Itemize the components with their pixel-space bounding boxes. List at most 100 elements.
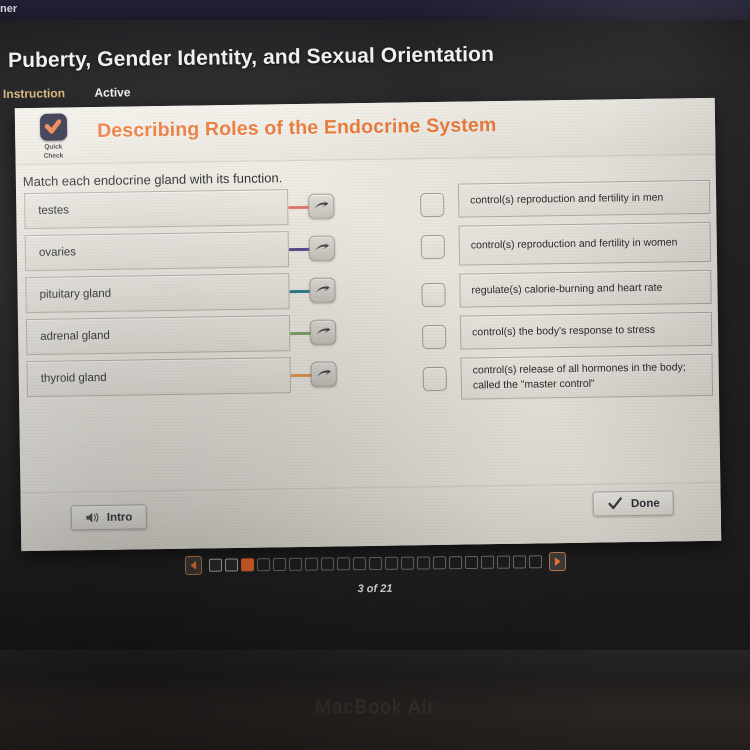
arrow-right-icon bbox=[314, 199, 329, 209]
pager-dot[interactable] bbox=[464, 555, 478, 570]
browser-top-strip: ner bbox=[0, 0, 750, 22]
checkmark-icon bbox=[608, 497, 623, 510]
function-text: control(s) reproduction and fertility in… bbox=[470, 191, 664, 207]
function-text: control(s) reproduction and fertility in… bbox=[470, 235, 678, 252]
gland-row: ovaries bbox=[24, 231, 336, 272]
connector-line bbox=[290, 331, 313, 336]
screenshot-stage: ner Puberty, Gender Identity, and Sexual… bbox=[0, 0, 750, 750]
done-button[interactable]: Done bbox=[592, 490, 674, 517]
drop-target[interactable] bbox=[422, 366, 447, 392]
function-list: control(s) reproduction and fertility in… bbox=[420, 179, 714, 408]
arrow-right-icon bbox=[315, 241, 330, 251]
drag-arrow-button[interactable] bbox=[308, 193, 335, 219]
pager-next-button[interactable] bbox=[548, 552, 566, 572]
drag-arrow-button[interactable] bbox=[310, 361, 337, 387]
pager-dot[interactable] bbox=[240, 558, 254, 572]
drop-target[interactable] bbox=[420, 234, 446, 260]
quick-check-line1: Quick bbox=[44, 143, 63, 151]
pager-dot[interactable] bbox=[528, 555, 542, 569]
function-row: control(s) the body's response to stress bbox=[422, 311, 713, 350]
function-box[interactable]: control(s) the body's response to stress bbox=[459, 311, 713, 350]
drag-arrow-button[interactable] bbox=[308, 235, 336, 261]
lesson-card: Quick Check Describing Roles of the Endo… bbox=[14, 97, 722, 552]
tab-instruction[interactable]: Instruction bbox=[3, 86, 65, 101]
pager-dot[interactable] bbox=[320, 557, 334, 571]
pager-dots bbox=[208, 555, 542, 572]
pager-dot[interactable] bbox=[224, 558, 238, 572]
triangle-left-icon bbox=[189, 561, 196, 570]
connector-line bbox=[288, 247, 311, 252]
gland-label: adrenal gland bbox=[40, 329, 110, 343]
gland-label: testes bbox=[38, 204, 70, 217]
drop-target[interactable] bbox=[421, 282, 446, 308]
pager-dot[interactable] bbox=[304, 557, 318, 571]
function-box[interactable]: control(s) reproduction and fertility in… bbox=[458, 221, 712, 266]
pager-dot[interactable] bbox=[256, 558, 270, 572]
arrow-right-icon bbox=[315, 283, 330, 293]
gland-box[interactable]: ovaries bbox=[24, 231, 290, 272]
function-row: control(s) release of all hormones in th… bbox=[422, 353, 714, 400]
triangle-right-icon bbox=[554, 557, 561, 566]
gland-box[interactable]: pituitary gland bbox=[25, 273, 290, 314]
function-text: regulate(s) calorie-burning and heart ra… bbox=[471, 281, 663, 297]
gland-box[interactable]: testes bbox=[24, 189, 289, 230]
pager-dot[interactable] bbox=[272, 557, 286, 572]
instruction-prompt: Match each endocrine gland with its func… bbox=[22, 170, 283, 190]
gland-row: pituitary gland bbox=[25, 273, 336, 314]
gland-row: testes bbox=[24, 189, 335, 230]
function-row: control(s) reproduction and fertility in… bbox=[420, 221, 712, 266]
gland-box[interactable]: adrenal gland bbox=[25, 315, 291, 356]
pager-dot[interactable] bbox=[368, 556, 382, 571]
gland-row: thyroid gland bbox=[26, 357, 337, 398]
pager-dot[interactable] bbox=[416, 556, 430, 570]
check-icon bbox=[44, 118, 62, 134]
gland-box[interactable]: thyroid gland bbox=[26, 357, 292, 398]
tab-active[interactable]: Active bbox=[94, 85, 130, 99]
pager-dot[interactable] bbox=[384, 556, 398, 570]
top-strip-partial-text: ner bbox=[0, 3, 18, 15]
gland-label: pituitary gland bbox=[39, 287, 112, 301]
gland-row: adrenal gland bbox=[25, 315, 337, 356]
function-text: control(s) the body's response to stress bbox=[472, 323, 656, 339]
pager-dot[interactable] bbox=[288, 557, 302, 571]
pager-dot[interactable] bbox=[496, 555, 510, 569]
pager-dot[interactable] bbox=[480, 555, 494, 569]
speaker-icon bbox=[86, 512, 99, 523]
drop-target[interactable] bbox=[422, 324, 447, 350]
done-button-label: Done bbox=[630, 497, 660, 510]
gland-label: ovaries bbox=[38, 246, 77, 259]
drag-arrow-button[interactable] bbox=[309, 319, 337, 345]
drop-target[interactable] bbox=[420, 192, 445, 218]
function-row: regulate(s) calorie-burning and heart ra… bbox=[421, 269, 712, 308]
card-title: Describing Roles of the Endocrine System bbox=[96, 114, 497, 142]
intro-button-label: Intro bbox=[106, 511, 133, 524]
function-box[interactable]: regulate(s) calorie-burning and heart ra… bbox=[459, 269, 712, 308]
arrow-right-icon bbox=[316, 325, 331, 335]
function-box[interactable]: control(s) reproduction and fertility in… bbox=[457, 179, 711, 218]
card-header: Quick Check Describing Roles of the Endo… bbox=[14, 97, 716, 166]
gland-list: testes ovaries pituitary gland adrenal g… bbox=[24, 189, 337, 403]
intro-button[interactable]: Intro bbox=[70, 504, 147, 531]
pager-dot[interactable] bbox=[400, 556, 414, 570]
gland-label: thyroid gland bbox=[40, 371, 107, 385]
quick-check-square bbox=[39, 113, 67, 141]
pager-dot[interactable] bbox=[432, 556, 446, 570]
drag-arrow-button[interactable] bbox=[309, 277, 336, 303]
quick-check-label: Quick Check bbox=[36, 142, 70, 161]
card-footer: Intro Done bbox=[20, 481, 722, 552]
pager-dot[interactable] bbox=[448, 556, 462, 570]
pager-dot[interactable] bbox=[208, 558, 222, 572]
pager-dot[interactable] bbox=[336, 557, 350, 571]
pager-dot[interactable] bbox=[512, 555, 526, 569]
connector-line bbox=[288, 205, 311, 210]
device-label: MacBook Air bbox=[315, 697, 435, 718]
function-row: control(s) reproduction and fertility in… bbox=[420, 179, 711, 218]
pager-prev-button[interactable] bbox=[184, 555, 202, 575]
quick-check-line2: Check bbox=[43, 152, 64, 161]
tab-bar: Instruction Active bbox=[3, 83, 156, 103]
arrow-right-icon bbox=[317, 367, 332, 377]
connector-line bbox=[289, 289, 312, 294]
quick-check-badge: Quick Check bbox=[36, 113, 71, 161]
pager-dot[interactable] bbox=[352, 557, 366, 571]
function-box[interactable]: control(s) release of all hormones in th… bbox=[460, 353, 714, 400]
